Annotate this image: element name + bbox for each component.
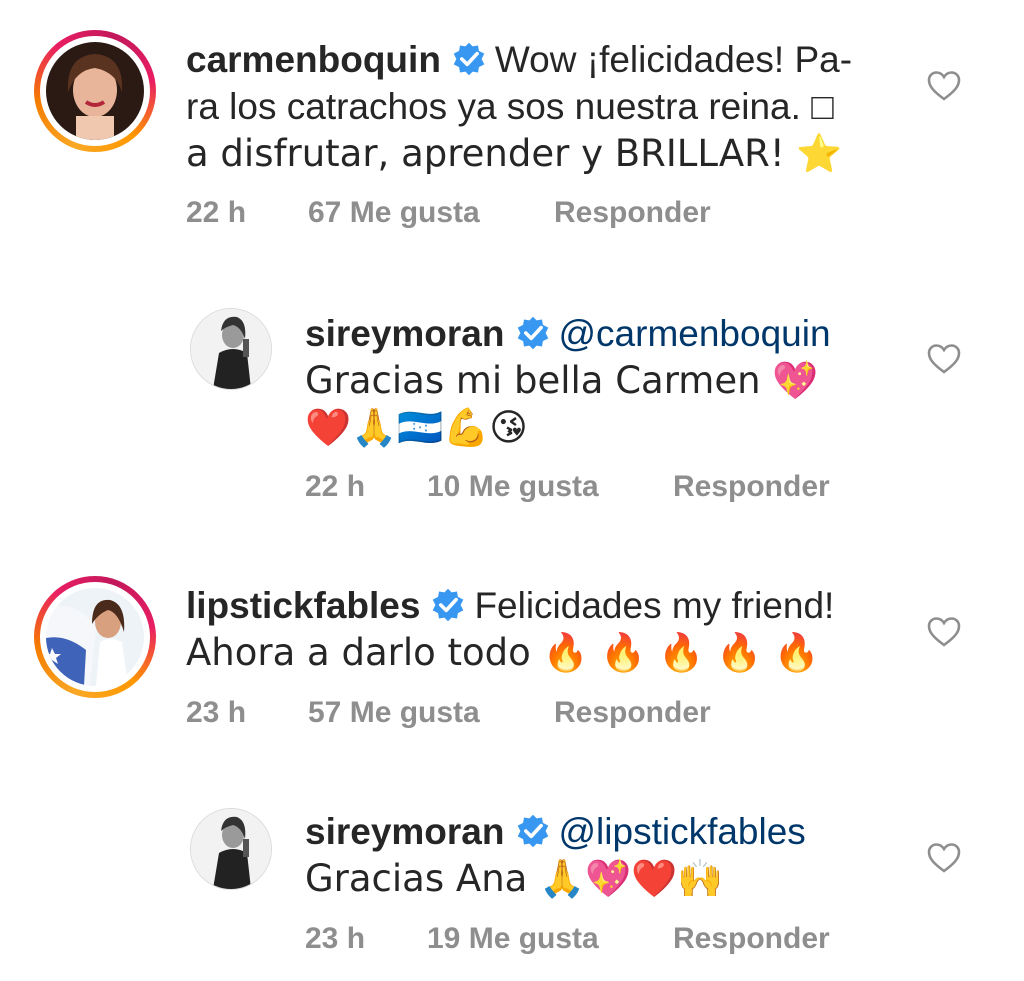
comment-line-1: Felicidades my friend! — [474, 585, 835, 626]
like-heart-icon[interactable] — [927, 343, 961, 375]
comment-text: carmenboquin Wow ¡felicidades! Pa- ra los… — [186, 36, 906, 177]
timestamp: 23 h — [305, 922, 366, 955]
story-ring[interactable] — [34, 576, 156, 698]
reply-button[interactable]: Responder — [554, 696, 711, 730]
comment-text: lipstickfables Felicidades my friend! Aho… — [186, 582, 906, 676]
likes-count[interactable]: 57 Me gusta — [308, 696, 480, 730]
comment-line-2: Ahora a darlo todo 🔥 🔥 🔥 🔥 🔥 — [186, 631, 820, 674]
like-heart-icon[interactable] — [927, 842, 961, 874]
timestamp: 22 h — [186, 196, 247, 229]
reply-button[interactable]: Responder — [673, 470, 830, 504]
avatar[interactable] — [46, 588, 144, 686]
avatar[interactable] — [190, 808, 272, 890]
verified-badge-icon — [517, 316, 548, 350]
comment-line-2: ❤️🙏🇭🇳💪😘 — [305, 406, 528, 449]
timestamp: 22 h — [305, 470, 366, 503]
like-heart-icon[interactable] — [927, 616, 961, 648]
username[interactable]: lipstickfables — [186, 585, 420, 626]
comment-line-2: ra los catrachos ya sos nuestra reina. □ — [186, 86, 834, 127]
story-ring[interactable] — [34, 30, 156, 152]
comment-line-3: a disfrutar, aprender y BRILLAR! ⭐ — [186, 132, 843, 175]
verified-badge-icon — [517, 814, 548, 848]
comment-text: sireymoran @carmenboquin Gracias mi bella… — [305, 310, 905, 451]
likes-count[interactable]: 19 Me gusta — [427, 922, 599, 956]
reply-button[interactable]: Responder — [554, 196, 711, 230]
likes-count[interactable]: 10 Me gusta — [427, 470, 599, 504]
reply-button[interactable]: Responder — [673, 922, 830, 956]
username[interactable]: carmenboquin — [186, 39, 441, 80]
comment-text: sireymoran @lipstickfables Gracias Ana 🙏💖… — [305, 808, 905, 902]
comment-line-1: Gracias mi bella Carmen 💖 — [305, 359, 819, 402]
comment-line-1: Wow ¡felicidades! Pa- — [494, 39, 853, 80]
avatar[interactable] — [190, 308, 272, 390]
avatar[interactable] — [46, 42, 144, 140]
verified-badge-icon — [453, 42, 485, 76]
likes-count[interactable]: 67 Me gusta — [308, 196, 480, 230]
like-heart-icon[interactable] — [927, 70, 961, 102]
username[interactable]: sireymoran — [305, 313, 505, 354]
verified-badge-icon — [433, 588, 464, 622]
mention-link[interactable]: @carmenboquin — [559, 313, 831, 354]
username[interactable]: sireymoran — [305, 811, 505, 852]
timestamp: 23 h — [186, 696, 247, 729]
mention-link[interactable]: @lipstickfables — [559, 811, 806, 852]
comment-line-1: Gracias Ana 🙏💖❤️🙌 — [305, 857, 724, 900]
